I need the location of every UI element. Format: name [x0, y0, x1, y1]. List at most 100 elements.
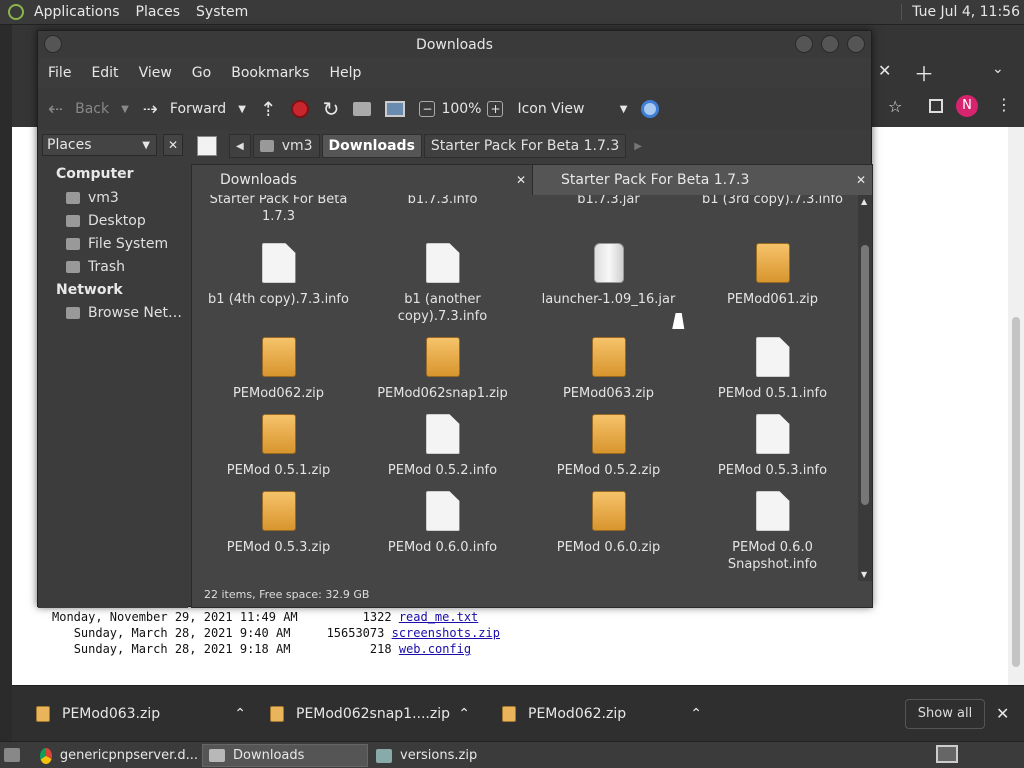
new-tab-icon[interactable]: ＋ [914, 58, 934, 87]
taskbar-item-browser[interactable]: genericpnpserver.d... [34, 744, 198, 767]
close-tab-icon[interactable]: ✕ [878, 61, 891, 80]
system-menu[interactable]: System [196, 4, 248, 20]
crumb-starter-pack[interactable]: Starter Pack For Beta 1.7.3 [423, 134, 627, 158]
chevron-down-icon[interactable]: ▼ [121, 104, 129, 115]
reload-icon[interactable]: ↻ [323, 97, 340, 121]
menu-bookmarks[interactable]: Bookmarks [231, 65, 309, 81]
file-item[interactable]: PEMod 0.5.1.zip [196, 414, 361, 479]
applications-menu[interactable]: Applications [34, 4, 120, 20]
view-mode-select[interactable]: Icon View ▼ [517, 101, 627, 117]
download-item[interactable]: PEMod062snap1....zip ⌃ [270, 686, 470, 742]
avatar[interactable]: N [956, 95, 978, 117]
chevron-down-icon: ▼ [142, 139, 150, 151]
file-item[interactable]: PEMod 0.5.3.zip [196, 491, 361, 556]
bookmark-star-icon[interactable]: ☆ [888, 97, 902, 116]
sidebar-item-desktop[interactable]: Desktop [66, 213, 146, 229]
file-item[interactable]: b1 (another copy).7.3.info [360, 243, 525, 325]
read-me-link[interactable]: read_me.txt [399, 610, 478, 624]
window-menu-button[interactable] [44, 35, 62, 53]
file-item[interactable]: PEMod061.zip [690, 243, 855, 308]
chevron-up-icon[interactable]: ⌃ [690, 706, 702, 722]
file-item[interactable]: PEMod063.zip [526, 337, 691, 402]
chevron-up-icon[interactable]: ⌃ [234, 706, 246, 722]
file-item[interactable]: PEMod062snap1.zip [360, 337, 525, 402]
screenshots-link[interactable]: screenshots.zip [392, 626, 500, 640]
web-config-link[interactable]: web.config [399, 642, 471, 656]
window-titlebar[interactable]: Downloads [38, 31, 871, 58]
taskbar-item-downloads[interactable]: Downloads [202, 744, 368, 767]
clock[interactable]: Tue Jul 4, 11:56 [901, 4, 1020, 20]
tab-starter-pack[interactable]: Starter Pack For Beta 1.7.3 ✕ [532, 165, 872, 195]
file-name: PEMod 0.5.2.info [387, 463, 498, 478]
file-item[interactable]: PEMod 0.6.0 Snapshot.info [690, 491, 855, 573]
close-tab-icon[interactable]: ✕ [856, 173, 866, 187]
zip-file-icon [502, 706, 516, 722]
workspace-switcher-icon[interactable] [936, 745, 958, 763]
path-back-arrow-icon[interactable]: ◀ [229, 134, 251, 158]
file-item[interactable]: PEMod 0.5.1.info [690, 337, 855, 402]
show-desktop-icon[interactable] [4, 748, 20, 762]
download-item[interactable]: PEMod063.zip ⌃ [36, 686, 246, 742]
crumb-vm3[interactable]: vm3 [252, 134, 320, 158]
zip-archive-icon [755, 243, 790, 283]
close-button[interactable] [847, 35, 865, 53]
search-icon[interactable] [641, 100, 660, 118]
zip-archive-icon [261, 414, 296, 454]
scroll-up-icon[interactable]: ▲ [861, 197, 867, 206]
home-icon[interactable] [353, 102, 372, 116]
page-scrollbar[interactable] [1008, 127, 1024, 685]
computer-icon[interactable] [385, 101, 406, 117]
scrollbar-thumb[interactable] [861, 245, 869, 505]
menu-view[interactable]: View [139, 65, 172, 81]
download-item[interactable]: PEMod062.zip ⌃ [502, 686, 702, 742]
sidebar-selector[interactable]: Places ▼ [42, 134, 157, 156]
file-item[interactable]: b1 (4th copy).7.3.info [196, 243, 361, 308]
sidepanel-icon[interactable] [929, 99, 943, 113]
zoom-in-icon[interactable]: + [487, 101, 504, 117]
file-item[interactable]: PEMod 0.6.0.zip [526, 491, 691, 556]
file-item[interactable]: b1.7.3.info [360, 195, 525, 208]
file-item[interactable]: PEMod 0.5.2.info [360, 414, 525, 479]
chevron-down-icon[interactable]: ▼ [238, 104, 246, 115]
sidebar-item-browse-network[interactable]: Browse Net… [66, 305, 182, 321]
crumb-downloads[interactable]: Downloads [321, 134, 422, 158]
file-item[interactable]: PEMod 0.5.2.zip [526, 414, 691, 479]
scroll-down-icon[interactable]: ▼ [861, 570, 867, 579]
close-shelf-icon[interactable]: ✕ [996, 704, 1009, 723]
places-menu[interactable]: Places [136, 4, 181, 20]
sidebar-item-trash[interactable]: Trash [66, 259, 125, 275]
distro-logo-icon[interactable] [8, 4, 24, 20]
menu-file[interactable]: File [48, 65, 71, 81]
back-button[interactable]: ⇠ Back ▼ [48, 99, 129, 120]
close-sidebar-icon[interactable]: ✕ [163, 134, 183, 156]
tab-downloads[interactable]: Downloads ✕ [192, 165, 532, 195]
chevron-up-icon[interactable]: ⌃ [458, 706, 470, 722]
file-item[interactable]: b1 (3rd copy).7.3.info [690, 195, 855, 208]
file-item[interactable]: Starter Pack For Beta 1.7.3 [196, 195, 361, 225]
menu-go[interactable]: Go [192, 65, 211, 81]
path-forward-arrow-icon[interactable]: ▶ [634, 141, 642, 152]
show-all-button[interactable]: Show all [905, 699, 985, 729]
chevron-down-icon[interactable]: ⌄ [992, 61, 1004, 77]
close-tab-icon[interactable]: ✕ [516, 173, 526, 187]
menu-edit[interactable]: Edit [91, 65, 118, 81]
chevron-down-icon: ▼ [619, 103, 628, 115]
file-item[interactable]: b1.7.3.jar [526, 195, 691, 208]
maximize-button[interactable] [821, 35, 839, 53]
file-item[interactable]: launcher-1.09_16.jar [526, 243, 691, 308]
file-item[interactable]: PEMod062.zip [196, 337, 361, 402]
minimize-button[interactable] [795, 35, 813, 53]
sidebar-item-filesystem[interactable]: File System [66, 236, 168, 252]
zoom-out-icon[interactable]: − [419, 101, 436, 117]
file-item[interactable]: PEMod 0.5.3.info [690, 414, 855, 479]
menu-help[interactable]: Help [329, 65, 361, 81]
up-icon[interactable]: ⇡ [260, 97, 277, 121]
sidebar-item-vm3[interactable]: vm3 [66, 190, 119, 206]
forward-button[interactable]: ⇢ Forward ▼ [143, 99, 246, 120]
drive-icon [66, 238, 80, 250]
file-item[interactable]: PEMod 0.6.0.info [360, 491, 525, 556]
edit-path-icon[interactable] [197, 136, 217, 156]
browser-menu-icon[interactable]: ⋮ [996, 95, 1012, 114]
stop-icon[interactable] [290, 100, 309, 118]
taskbar-item-archive[interactable]: versions.zip [370, 744, 534, 767]
